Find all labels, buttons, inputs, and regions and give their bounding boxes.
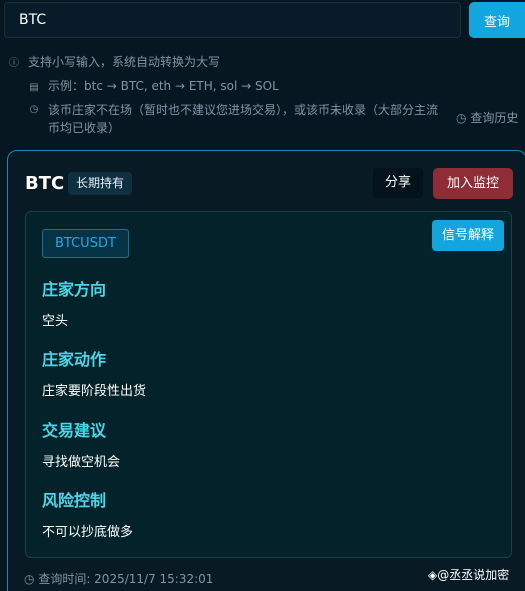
hint-not-listed-line2: 币均已收录）	[48, 121, 121, 135]
query-history-link[interactable]: ◷ 查询历史	[456, 109, 518, 126]
symbol-tag: BTCUSDT	[42, 229, 129, 258]
query-time: ◷ 查询时间: 2025/11/7 15:32:01	[24, 570, 213, 587]
info-icon: ⓘ	[9, 58, 19, 69]
search-button[interactable]: 查询	[469, 2, 525, 38]
binance-logo-icon: ◈	[428, 568, 438, 582]
search-input[interactable]	[4, 2, 461, 38]
hint-lowercase-text: 支持小写输入，系统自动转换为大写	[28, 55, 221, 69]
hint-lowercase: ⓘ 支持小写输入，系统自动转换为大写	[8, 53, 220, 73]
section-title-advice: 交易建议	[42, 421, 107, 440]
search-bar: 查询	[0, 0, 525, 40]
section-title-risk: 风险控制	[42, 491, 107, 510]
hint-not-listed-line1: 该币庄家不在场（暂时也不建议您进场交易），或该币未收录（大部分主流	[48, 103, 439, 117]
hint-not-listed: ◷ 该币庄家不在场（暂时也不建议您进场交易），或该币未收录（大部分主流 币均已收录）	[28, 101, 448, 137]
section-title-direction: 庄家方向	[42, 280, 107, 299]
coin-title: BTC	[25, 173, 65, 194]
section-text-action: 庄家要阶段性出货	[42, 384, 147, 399]
signal-explain-button[interactable]: 信号解释	[432, 220, 504, 251]
add-monitor-button[interactable]: 加入监控	[433, 168, 513, 199]
signal-panel: BTCUSDT 信号解释 庄家方向 空头 庄家动作 庄家要阶段性出货 交易建议 …	[25, 211, 512, 558]
section-text-advice: 寻找做空机会	[42, 455, 121, 470]
document-icon: ▤	[29, 82, 39, 93]
section-text-direction: 空头	[42, 314, 69, 329]
query-history-label: 查询历史	[470, 111, 519, 125]
hint-example: ▤ 示例：btc → BTC, eth → ETH, sol → SOL	[28, 77, 279, 97]
clock-icon: ◷	[29, 104, 39, 115]
query-time-text: 查询时间: 2025/11/7 15:32:01	[38, 572, 214, 586]
result-card: BTC 长期持有 分享 加入监控 BTCUSDT 信号解释 庄家方向 空头 庄家…	[7, 150, 525, 591]
section-title-action: 庄家动作	[42, 350, 107, 369]
clock-icon: ◷	[24, 572, 35, 586]
hint-example-text: 示例：btc → BTC, eth → ETH, sol → SOL	[48, 79, 279, 93]
hold-badge: 长期持有	[68, 172, 133, 195]
watermark: ◈@丞丞说加密	[428, 566, 509, 583]
section-text-risk: 不可以抄底做多	[42, 525, 134, 540]
share-button[interactable]: 分享	[373, 168, 423, 198]
clock-icon: ◷	[456, 111, 467, 125]
watermark-text: @丞丞说加密	[437, 568, 510, 582]
